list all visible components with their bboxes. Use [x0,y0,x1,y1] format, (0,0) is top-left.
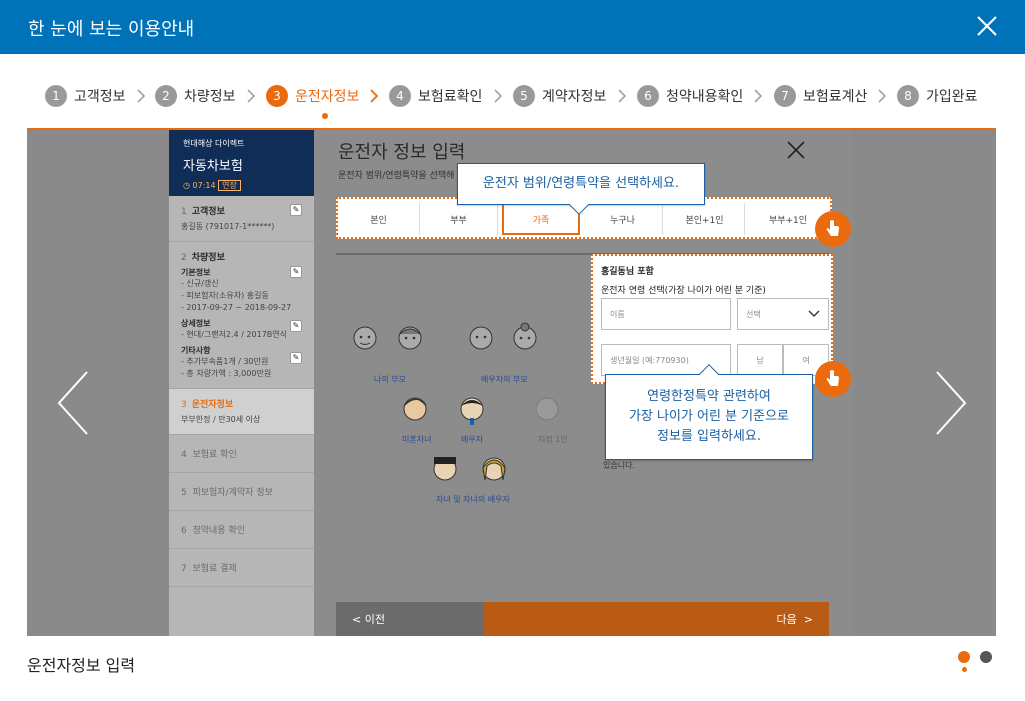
gender-male-button[interactable]: 남 [737,344,783,376]
driver-age-panel: 홍길동님 포함 운전자 연령 선택(가장 나이가 어린 분 기준) 이름 선택 … [591,254,833,384]
designated-person-icon [535,397,559,421]
brand-name: 현대해상 다이렉트 [183,139,245,148]
sidebar-customer: 1 고객정보 홍길동 (791017-1******) ✎ [169,196,314,242]
chevron-right-icon [247,89,256,103]
step-indicator: 1 고객정보 2 차량정보 3 운전자정보 4 보험료확인 5 계약자정보 6 청약내용확인… [0,82,1025,112]
arrow-left-icon[interactable] [55,370,91,436]
grandfather-icon [353,326,377,350]
pager-dot-2[interactable] [980,651,992,663]
chevron-down-icon [808,310,820,317]
sidebar-driver: 3 운전자정보 부부한정 / 만30세 이상 [169,389,314,435]
prev-button[interactable]: < 이전 [336,602,484,636]
step-1[interactable]: 1 고객정보 [45,82,126,110]
edit-icon[interactable]: ✎ [290,352,302,364]
hand-pointer-icon [815,211,851,247]
preview-subtitle: 운전자 범위/연령특약을 선택해 [338,171,455,181]
chevron-right-icon [754,89,763,103]
tab-self-plus-one[interactable]: 본인+1인 [665,203,745,235]
label-children: 자녀 및 자녀의 배우자 [436,495,510,504]
tab-self[interactable]: 본인 [338,203,420,235]
edit-icon[interactable]: ✎ [290,204,302,216]
label-spouse: 배우자 [461,435,484,444]
step-3[interactable]: 3 운전자정보 [266,82,359,110]
label-my-parents: 나의 부모 [374,375,406,384]
notice-text: 있습니다. [603,461,635,470]
modal-title: 한 눈에 보는 이용안내 [28,19,195,40]
session-timer: ◷ 07:14 연장 [183,180,300,191]
sidebar-item[interactable]: 6 청약내용 확인 [169,511,314,549]
step-8[interactable]: 8 가입완료 [897,82,978,110]
hand-pointer-icon [815,361,851,397]
boy-icon [433,457,457,481]
edit-icon[interactable]: ✎ [290,266,302,278]
sidebar-vehicle: 2 차량정보 기본정보 - 신규/갱신 - 피보험자(소유자) 홍길동 - 201… [169,242,314,389]
chevron-right-icon [370,89,379,103]
preview-sidebar: 현대해상 다이렉트 자동차보험 ◷ 07:14 연장 1 고객정보 홍길동 (79… [169,130,314,636]
pager-active-marker [962,667,967,672]
man-icon [460,397,484,425]
sidebar-item[interactable]: 7 보험료 결제 [169,549,314,587]
grandfather-icon [469,326,493,350]
tab-family[interactable]: 가족 [502,203,580,235]
brand-box: 현대해상 다이렉트 자동차보험 ◷ 07:14 연장 [169,130,314,196]
slide-caption: 운전자정보 입력 [27,656,136,675]
active-step-marker [322,113,328,119]
label-designated: 지정 1인 [538,435,568,444]
label-unmarried-children: 미혼자녀 [402,435,432,444]
extend-button[interactable]: 연장 [218,180,241,191]
edit-icon[interactable]: ✎ [290,320,302,332]
sidebar-item[interactable]: 5 피보험자/계약자 정보 [169,473,314,511]
close-icon[interactable] [974,13,1000,39]
grandmother-icon [398,326,422,350]
family-diagram: 나의 부모 배우자의 부모 미혼자녀 배우자 지정 1인 자녀 및 자녀의 배우… [336,256,583,570]
tab-anyone[interactable]: 누구나 [583,203,663,235]
age-select[interactable]: 선택 [737,298,829,330]
grandmother-icon [513,322,537,350]
chevron-right-icon [137,89,146,103]
product-name: 자동차보험 [183,159,243,174]
arrow-right-icon[interactable] [933,370,969,436]
step-5[interactable]: 5 계약자정보 [513,82,606,110]
step-7[interactable]: 7 보험료계산 [774,82,867,110]
next-button[interactable]: 다음 > [484,602,829,636]
chevron-right-icon [618,89,627,103]
chevron-right-icon [878,89,887,103]
tab-couple[interactable]: 부부 [420,203,498,235]
close-icon[interactable] [786,140,806,160]
preview-stage: 현대해상 다이렉트 자동차보험 ◷ 07:14 연장 1 고객정보 홍길동 (79… [27,130,996,636]
preview-title: 운전자 정보 입력 [338,142,466,163]
label-spouse-parents: 배우자의 부모 [481,375,528,384]
step-2[interactable]: 2 차량정보 [155,82,236,110]
modal-header: 한 눈에 보는 이용안내 [0,0,1025,54]
chevron-right-icon [494,89,503,103]
name-input[interactable]: 이름 [601,298,731,330]
woman-icon [403,397,427,421]
sidebar-item[interactable]: 4 보험료 확인 [169,435,314,473]
step-4[interactable]: 4 보험료확인 [389,82,482,110]
callout-driver-range: 운전자 범위/연령특약을 선택하세요. [457,163,705,215]
pager-dot-1[interactable] [958,651,970,663]
callout-age-info: 연령한정특약 관련하여 가장 나이가 어린 분 기준으로 정보를 입력하세요. [605,364,813,460]
girl-icon [482,457,506,481]
step-6[interactable]: 6 청약내용확인 [637,82,743,110]
